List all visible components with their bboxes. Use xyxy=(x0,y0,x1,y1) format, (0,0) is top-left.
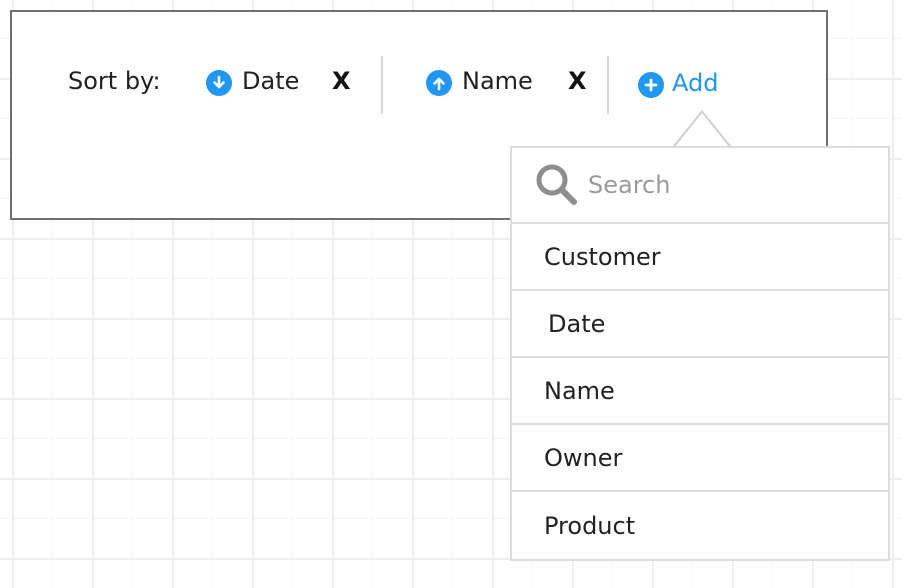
add-sort-button[interactable]: Add xyxy=(638,68,718,98)
divider xyxy=(607,56,609,114)
sort-item-date[interactable]: Date xyxy=(206,66,299,96)
sort-by-label: Sort by: xyxy=(68,67,161,95)
sort-item-label: Name xyxy=(462,67,533,95)
search-input[interactable] xyxy=(588,171,878,199)
search-icon xyxy=(536,164,577,205)
dropdown-option-owner[interactable]: Owner xyxy=(512,425,888,492)
sort-item-name[interactable]: Name xyxy=(426,66,533,96)
dropdown-option-customer[interactable]: Customer xyxy=(512,224,888,291)
search-row xyxy=(512,148,888,224)
remove-date-sort-button[interactable]: X xyxy=(332,66,351,96)
arrow-up-circle-icon[interactable] xyxy=(426,70,452,96)
arrow-down-circle-icon[interactable] xyxy=(206,70,232,96)
plus-circle-icon xyxy=(638,72,664,98)
dropdown-option-product[interactable]: Product xyxy=(512,492,888,559)
dropdown-option-date[interactable]: Date xyxy=(512,291,888,358)
dropdown-option-name[interactable]: Name xyxy=(512,358,888,425)
divider xyxy=(381,56,383,114)
add-label: Add xyxy=(672,69,719,97)
field-dropdown: Customer Date Name Owner Product xyxy=(510,146,890,561)
remove-name-sort-button[interactable]: X xyxy=(568,66,587,96)
sort-item-label: Date xyxy=(242,67,300,95)
